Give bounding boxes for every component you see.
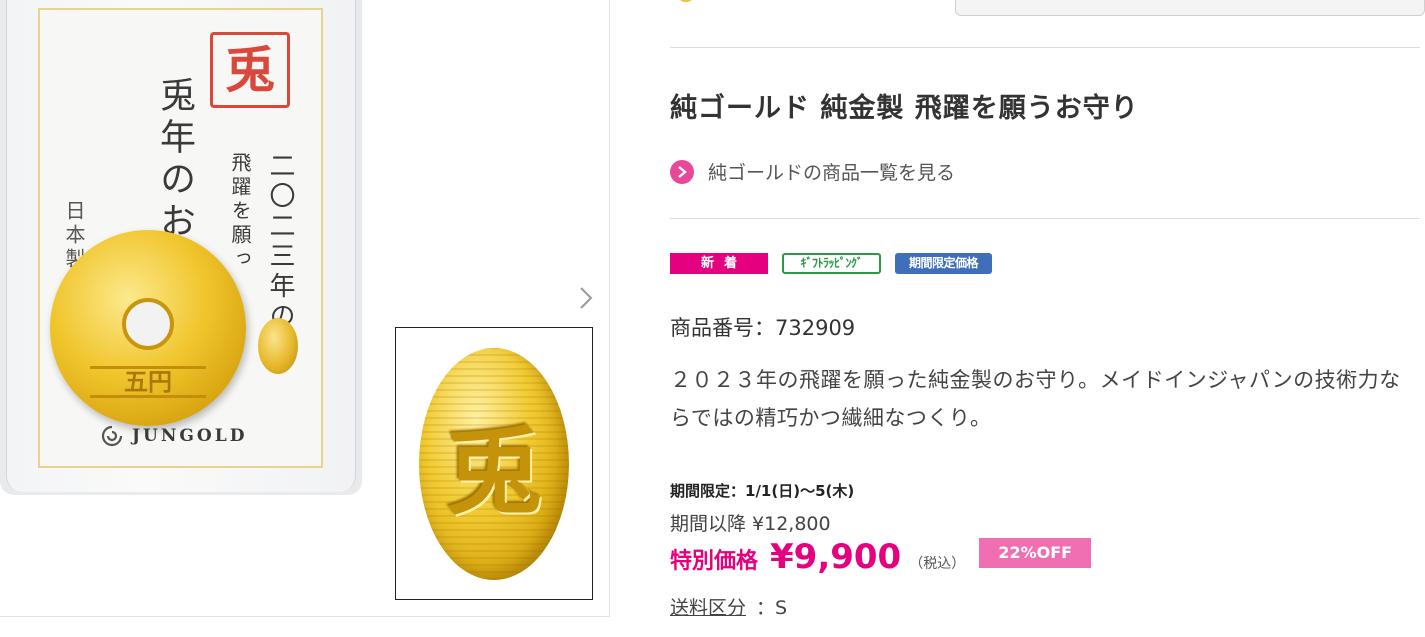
shipping-class-value: ：S [756, 597, 788, 619]
gift-wrapping-badge: ｷﾞﾌﾄﾗｯﾋﾟﾝｸﾞ [782, 253, 881, 274]
gold-koban-nugget: 兎 [419, 347, 569, 580]
special-price: ¥9,900 [770, 537, 902, 577]
product-title: 純ゴールド 純金製 飛躍を願うお守り [670, 93, 1139, 124]
jungold-logo-icon [101, 425, 123, 447]
discount-badge: 22%OFF [979, 538, 1092, 568]
main-product-image[interactable]: 兎 兎年のお 二〇二三年の 飛躍を願っ 日本製 五円 JUNGOLD [0, 0, 362, 495]
five-yen-coin: 五円 [50, 230, 246, 426]
top-select-box[interactable] [955, 0, 1425, 16]
thumbnail-image[interactable]: 兎 [395, 327, 593, 600]
divider-top [670, 47, 1420, 48]
special-price-row: 特別価格 ¥9,900 （税込） 22%OFF [670, 537, 1092, 577]
category-link-label: 純ゴールドの商品一覧を見る [708, 162, 956, 184]
coin-text: 五円 [90, 366, 206, 398]
new-badge: 新着 [670, 253, 768, 274]
next-image-button[interactable] [572, 282, 600, 314]
product-gallery: 兎 兎年のお 二〇二三年の 飛躍を願っ 日本製 五円 JUNGOLD 兎 [0, 0, 610, 617]
card-title-vertical: 兎年のお [154, 76, 195, 244]
card-year-vertical: 二〇二三年の [265, 152, 295, 332]
product-page: 兎 兎年のお 二〇二三年の 飛躍を願っ 日本製 五円 JUNGOLD 兎 純ゴー… [0, 0, 1425, 637]
limited-price-badge: 期間限定価格 [895, 253, 992, 274]
rabbit-stamp: 兎 [210, 32, 290, 108]
divider-middle [670, 218, 1420, 219]
special-price-label: 特別価格 [670, 549, 759, 574]
sale-period: 期間限定：1/1(日)～5(木) [670, 482, 855, 500]
chevron-right-icon [580, 287, 593, 309]
item-number: 商品番号：732909 [670, 316, 856, 340]
product-description: ２０２３年の飛躍を願った純金製のお守り。メイドインジャパンの技術力ならではの精巧… [670, 368, 1401, 430]
coin-hole [122, 298, 174, 350]
shipping-class: 送料区分 ：S [670, 593, 787, 620]
card-wish-vertical: 飛躍を願っ [228, 152, 252, 272]
shipping-class-link[interactable]: 送料区分 [670, 593, 746, 620]
brand-logo: JUNGOLD [100, 424, 247, 448]
chevron-circle-icon [670, 159, 694, 184]
badge-list: 新着 ｷﾞﾌﾄﾗｯﾋﾟﾝｸﾞ 期間限定価格 [670, 253, 992, 274]
top-icon [676, 0, 696, 2]
category-link[interactable]: 純ゴールドの商品一覧を見る [670, 158, 955, 185]
brand-name: JUNGOLD [132, 426, 248, 446]
regular-price: 期間以降 ¥12,800 [670, 513, 831, 535]
tax-note: （税込） [909, 556, 966, 572]
mini-gold-nugget [258, 318, 298, 374]
